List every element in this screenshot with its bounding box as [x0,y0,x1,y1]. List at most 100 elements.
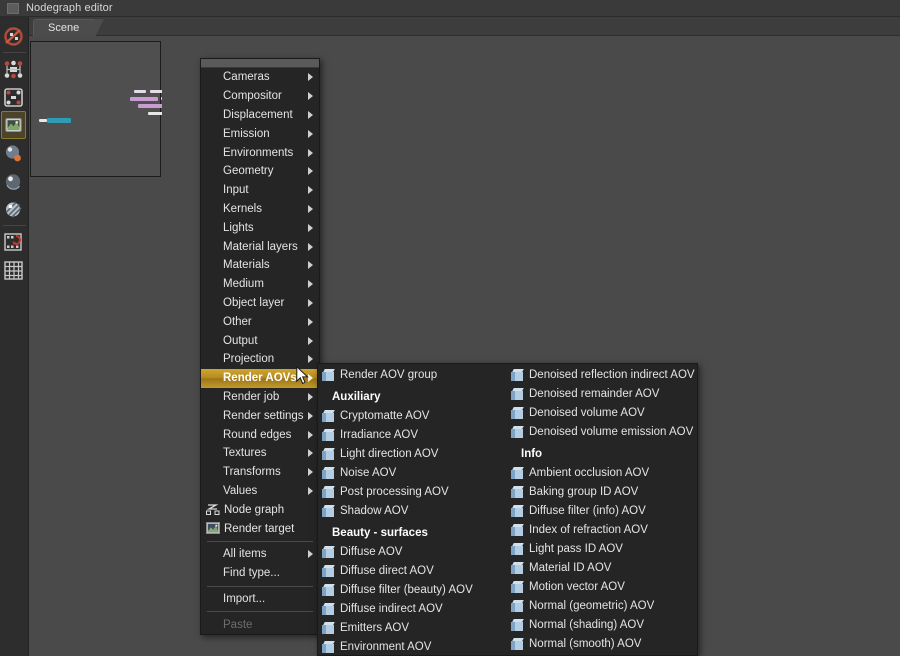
aov-cube-icon [511,637,524,650]
submenu-item-denoised-reflection-indirect-aov[interactable]: Denoised reflection indirect AOV [507,365,697,384]
grid-table-icon [4,260,23,280]
submenu-item-light-direction-aov[interactable]: Light direction AOV [318,444,507,463]
menu-item-geometry[interactable]: Geometry [201,162,319,181]
aov-cube-icon [511,387,524,400]
menu-item-node-graph[interactable]: Node graph [201,500,319,519]
chevron-right-icon [308,468,313,477]
aov-cube-icon [511,504,524,517]
menu-item-emission[interactable]: Emission [201,124,319,143]
menu-item-lights[interactable]: Lights [201,218,319,237]
menu-item-environments[interactable]: Environments [201,143,319,162]
submenu-item-diffuse-indirect-aov[interactable]: Diffuse indirect AOV [318,599,507,618]
submenu-item-light-pass-id-aov[interactable]: Light pass ID AOV [507,539,697,558]
menu-item-kernels[interactable]: Kernels [201,200,319,219]
tab-scene[interactable]: Scene [33,19,105,37]
submenu-item-diffuse-direct-aov[interactable]: Diffuse direct AOV [318,561,507,580]
submenu-item-post-processing-aov[interactable]: Post processing AOV [318,482,507,501]
rail-item-render-layers[interactable] [0,228,27,256]
aov-cube-icon [511,466,524,479]
aov-cube-icon [322,368,335,381]
menu-item-find-type[interactable]: Find type... [201,564,319,583]
node-wire-teal-body[interactable] [47,118,71,123]
menu-item-import[interactable]: Import... [201,590,319,609]
node-pill-3[interactable] [130,97,158,101]
menu-item-projection[interactable]: Projection [201,350,319,369]
submenu-item-denoised-remainder-aov[interactable]: Denoised remainder AOV [507,384,697,403]
rail-item-object-preview[interactable] [0,167,27,195]
aov-cube-icon [322,583,335,596]
aov-cube-icon [322,504,335,517]
submenu-item-denoised-volume-aov[interactable]: Denoised volume AOV [507,403,697,422]
rail-item-texture-preview[interactable] [0,195,27,223]
menu-item-materials[interactable]: Materials [201,256,319,275]
rail-divider [2,52,26,53]
submenu-item-baking-group-id-aov[interactable]: Baking group ID AOV [507,482,697,501]
aov-cube-icon [322,640,335,653]
menu-item-cameras[interactable]: Cameras [201,68,319,87]
chevron-right-icon [308,73,313,82]
menu-item-render-job[interactable]: Render job [201,388,319,407]
node-wire-teal[interactable] [39,119,47,122]
menu-item-textures[interactable]: Textures [201,444,319,463]
menu-item-round-edges[interactable]: Round edges [201,425,319,444]
submenu-item-render-aov-group[interactable]: Render AOV group [318,365,507,384]
rail-item-table-view[interactable] [0,256,27,284]
menu-scroll-up-button[interactable] [201,59,319,68]
rail-item-node-network[interactable] [0,55,27,83]
submenu-item-index-of-refraction-aov[interactable]: Index of refraction AOV [507,520,697,539]
menu-item-other[interactable]: Other [201,312,319,331]
rail-divider [2,225,26,226]
submenu-item-diffuse-aov[interactable]: Diffuse AOV [318,542,507,561]
chevron-right-icon [308,92,313,101]
submenu-item-normal-shading-aov[interactable]: Normal (shading) AOV [507,615,697,634]
menu-separator [207,585,313,587]
submenu-item-normal-geometric-aov[interactable]: Normal (geometric) AOV [507,596,697,615]
submenu-item-normal-smooth-aov[interactable]: Normal (smooth) AOV [507,634,697,653]
submenu-item-material-id-aov[interactable]: Material ID AOV [507,558,697,577]
submenu-item-ambient-occlusion-aov[interactable]: Ambient occlusion AOV [507,463,697,482]
submenu-item-irradiance-aov[interactable]: Irradiance AOV [318,425,507,444]
menu-item-compositor[interactable]: Compositor [201,87,319,106]
menu-item-render-settings[interactable]: Render settings [201,406,319,425]
submenu-column-right: Denoised reflection indirect AOV Denoise… [507,364,697,655]
chevron-right-icon [308,261,313,270]
submenu-item-diffuse-filter-beauty-aov[interactable]: Diffuse filter (beauty) AOV [318,580,507,599]
submenu-item-motion-vector-aov[interactable]: Motion vector AOV [507,577,697,596]
aov-cube-icon [322,621,335,634]
submenu-item-environment-aov[interactable]: Environment AOV [318,637,507,656]
rail-item-graph-layout[interactable] [0,83,27,111]
node-type-context-menu: Cameras Compositor Displacement Emission… [200,58,320,636]
menu-item-render-target[interactable]: Render target [201,519,319,538]
nodegraph-viewport[interactable] [30,41,173,177]
menu-item-values[interactable]: Values [201,482,319,501]
menu-item-material-layers[interactable]: Material layers [201,237,319,256]
submenu-item-shadow-aov[interactable]: Shadow AOV [318,501,507,520]
menu-item-object-layer[interactable]: Object layer [201,294,319,313]
menu-item-input[interactable]: Input [201,181,319,200]
sphere-preview-icon [5,173,21,190]
submenu-item-emitters-aov[interactable]: Emitters AOV [318,618,507,637]
submenu-item-denoised-volume-emission-aov[interactable]: Denoised volume emission AOV [507,422,697,441]
submenu-item-noise-aov[interactable]: Noise AOV [318,463,507,482]
window-grip-icon[interactable] [7,2,19,14]
window-titlebar: Nodegraph editor [0,0,900,17]
aov-cube-icon [511,542,524,555]
aov-cube-icon [511,406,524,419]
submenu-header-info: Info [521,448,543,460]
rail-item-render-reset[interactable] [0,22,27,50]
menu-item-render-aovs[interactable]: Render AOVs [201,368,319,388]
submenu-item-cryptomatte-aov[interactable]: Cryptomatte AOV [318,406,507,425]
rail-item-nodegraph-editor[interactable] [1,111,26,139]
chevron-right-icon [308,374,313,383]
node-pill-1[interactable] [134,90,146,93]
aov-cube-icon [322,447,335,460]
chevron-right-icon [308,110,313,119]
rail-item-material-preview[interactable] [0,139,27,167]
submenu-item-diffuse-filter-info-aov[interactable]: Diffuse filter (info) AOV [507,501,697,520]
chevron-right-icon [308,298,313,307]
menu-item-displacement[interactable]: Displacement [201,106,319,125]
menu-item-transforms[interactable]: Transforms [201,463,319,482]
menu-item-output[interactable]: Output [201,331,319,350]
menu-item-medium[interactable]: Medium [201,275,319,294]
menu-item-all-items[interactable]: All items [201,545,319,564]
